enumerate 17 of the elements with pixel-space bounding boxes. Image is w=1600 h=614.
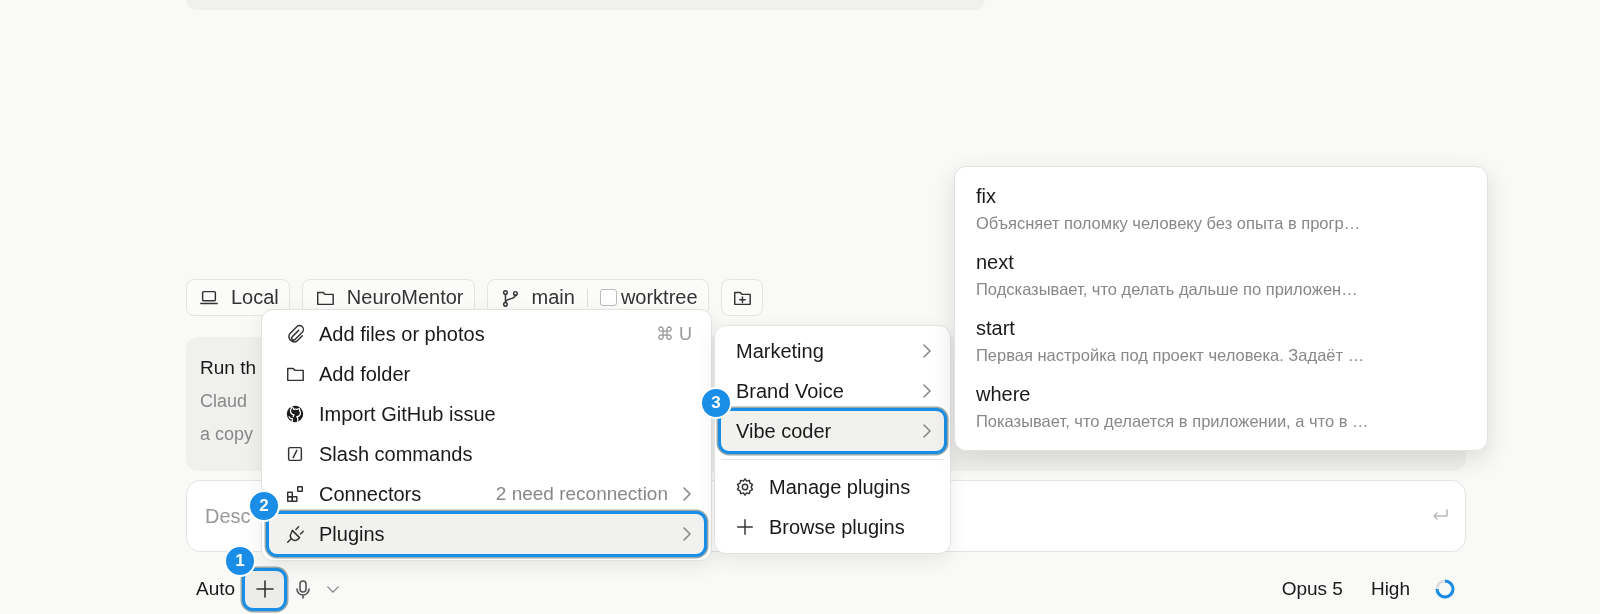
message-title: Run th [200,357,256,379]
menu-item-label: Plugins [319,522,385,546]
menu-item-label: Vibe coder [736,419,832,443]
message-text: Claud [200,391,248,412]
command-description: Объясняет поломку человеку без опыта в прогр… [976,213,1362,234]
chip-label: Local [231,286,279,309]
message-text: a copy [200,424,254,445]
shortcut-label: ⌘ U [656,323,692,345]
menu-item-detail: 2 need reconnection [495,483,668,505]
command-description: Показывает, что делается в приложении, а что в … [976,411,1370,432]
chip-label: main [531,286,575,309]
command-description: Подсказывает, что делать дальше по приложен… [976,279,1359,300]
checkbox-label: worktree [620,286,698,309]
chip-label: NeuroMentor [346,286,464,309]
menu-item-label: Manage plugins [769,475,911,499]
command-description: Первая настройка под проект человека. Задаёт … [976,345,1366,366]
menu-item-label: Browse plugins [769,515,905,539]
